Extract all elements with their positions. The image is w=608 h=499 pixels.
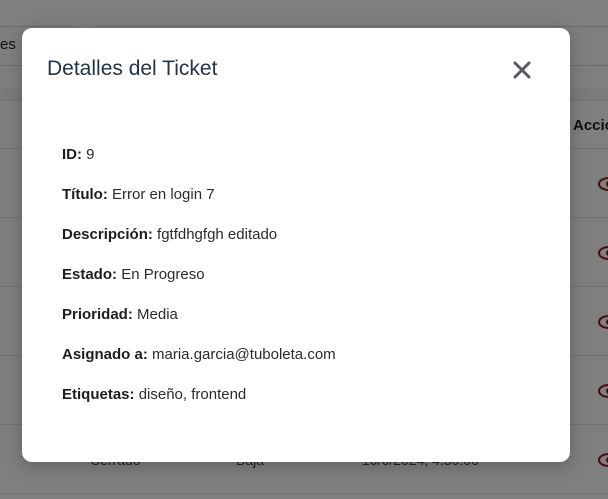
field-label: Asignado a: bbox=[62, 346, 148, 363]
field-value: 9 bbox=[86, 146, 95, 163]
field-tags: Etiquetas: diseño, frontend bbox=[62, 386, 246, 403]
modal-title: Detalles del Ticket bbox=[47, 57, 218, 80]
field-label: Descripción: bbox=[62, 226, 153, 243]
field-value: En Progreso bbox=[121, 266, 205, 283]
field-value: Media bbox=[137, 306, 178, 323]
field-label: Etiquetas: bbox=[62, 386, 135, 403]
field-value: diseño, frontend bbox=[138, 386, 247, 403]
field-label: Estado: bbox=[62, 266, 118, 283]
field-value: fgtfdhgfgh editado bbox=[157, 226, 278, 243]
field-description: Descripción: fgtfdhgfgh editado bbox=[62, 226, 277, 243]
field-status: Estado: En Progreso bbox=[62, 266, 205, 283]
field-value: maria.garcia@tuboleta.com bbox=[152, 346, 336, 363]
ticket-details-modal: Detalles del Ticket ID: 9 Título: Error … bbox=[22, 28, 570, 462]
field-priority: Prioridad: Media bbox=[62, 306, 178, 323]
field-title: Título: Error en login 7 bbox=[62, 186, 215, 203]
field-label: Prioridad: bbox=[62, 306, 133, 323]
close-icon[interactable] bbox=[513, 61, 531, 79]
field-id: ID: 9 bbox=[62, 146, 95, 163]
field-label: Título: bbox=[62, 186, 108, 203]
field-assignee: Asignado a: maria.garcia@tuboleta.com bbox=[62, 346, 336, 363]
field-label: ID: bbox=[62, 146, 82, 163]
field-value: Error en login 7 bbox=[112, 186, 215, 203]
close-button[interactable] bbox=[508, 56, 536, 84]
